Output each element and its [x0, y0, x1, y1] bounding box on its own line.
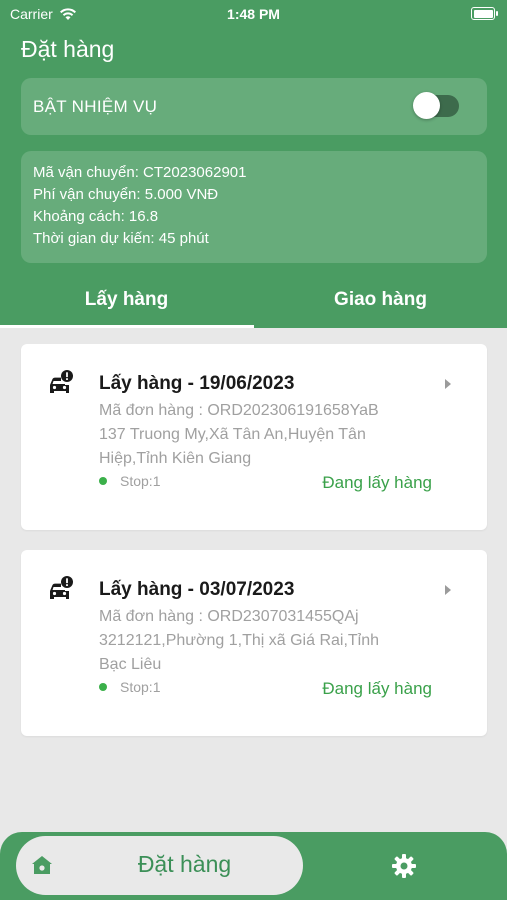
tab-delivery[interactable]: Giao hàng [254, 281, 507, 328]
order-card[interactable]: Lấy hàng - 03/07/2023 Mã đơn hàng : ORD2… [21, 550, 487, 736]
shipment-info-box: Mã vận chuyển: CT2023062901 Phí vận chuy… [21, 151, 487, 263]
distance: Khoảng cách: 16.8 [33, 208, 159, 225]
chevron-right-icon [445, 585, 451, 595]
order-code: Mã đơn hàng : ORD2307031455QAj [99, 608, 359, 625]
car-alert-icon [50, 576, 73, 599]
stop-indicator-dot [99, 477, 107, 485]
nav-label: Đặt hàng [137, 851, 232, 877]
order-status: Đang lấy hàng [322, 473, 432, 492]
nav-item-order[interactable]: Đặt hàng [16, 836, 303, 895]
status-bar: Carrier 1:48 PM [0, 0, 507, 30]
order-title: Lấy hàng - 03/07/2023 [99, 579, 295, 600]
order-card[interactable]: Lấy hàng - 19/06/2023 Mã đơn hàng : ORD2… [21, 344, 487, 530]
estimated-time: Thời gian dự kiến: 45 phút [33, 230, 209, 247]
battery-icon [471, 7, 498, 20]
order-code: Mã đơn hàng : ORD202306191658YaB [99, 402, 379, 419]
stop-indicator-dot [99, 683, 107, 691]
gear-icon[interactable] [391, 853, 417, 879]
stop-label: Stop:1 [120, 679, 161, 695]
home-icon [32, 856, 52, 874]
order-address-line2: Bạc Liêu [99, 656, 162, 673]
status-time: 1:48 PM [227, 6, 280, 22]
order-status: Đang lấy hàng [322, 679, 432, 698]
order-address-line1: 137 Truong My,Xã Tân An,Huyện Tân [99, 426, 366, 443]
mission-toggle[interactable] [413, 92, 459, 119]
stop-label: Stop:1 [120, 473, 161, 489]
shipping-fee: Phí vận chuyển: 5.000 VNĐ [33, 186, 219, 203]
car-alert-icon [50, 370, 73, 393]
chevron-right-icon [445, 379, 451, 389]
order-address-line1: 3212121,Phường 1,Thị xã Giá Rai,Tỉnh [99, 632, 380, 649]
tab-pickup[interactable]: Lấy hàng [0, 281, 253, 328]
order-title: Lấy hàng - 19/06/2023 [99, 373, 295, 394]
mission-toggle-row: BẬT NHIỆM VỤ [21, 78, 487, 135]
bottom-nav: Đặt hàng [0, 832, 507, 900]
order-address-line2: Hiệp,Tỉnh Kiên Giang [99, 450, 252, 467]
mission-label: BẬT NHIỆM VỤ [33, 97, 158, 116]
shipping-code: Mã vận chuyển: CT2023062901 [33, 164, 247, 181]
toggle-knob [413, 92, 440, 119]
header: Carrier 1:48 PM Đặt hàng BẬT NHIỆM VỤ Mã… [0, 0, 507, 328]
active-tab-indicator [0, 325, 254, 328]
page-title: Đặt hàng [21, 36, 115, 62]
